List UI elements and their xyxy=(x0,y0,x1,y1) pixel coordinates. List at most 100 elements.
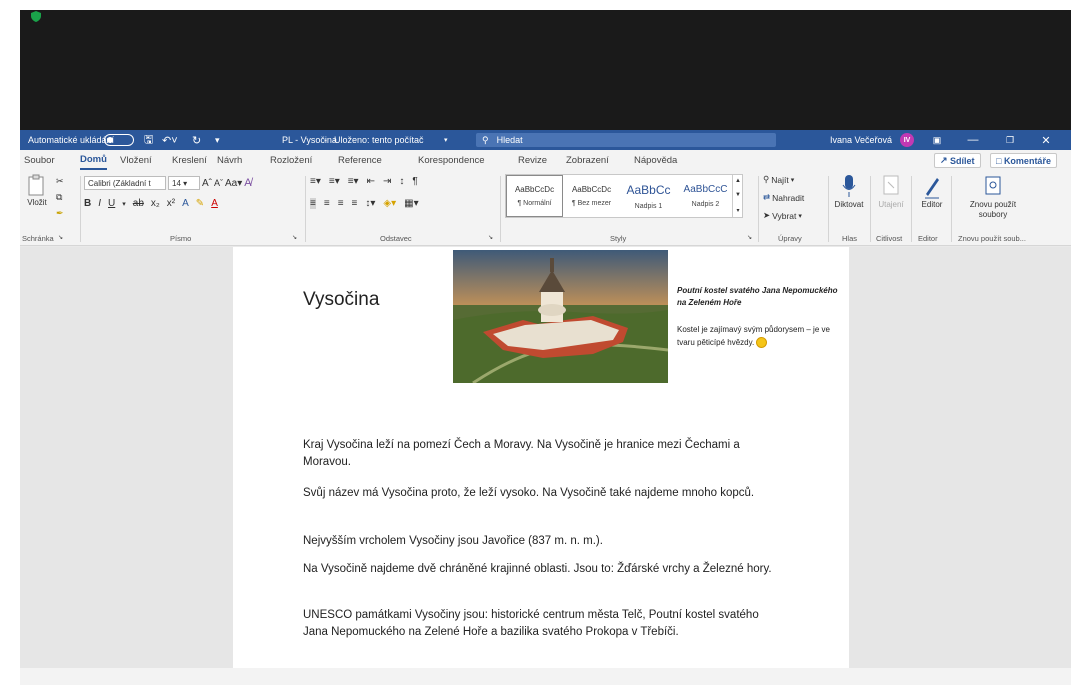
autosave-toggle[interactable] xyxy=(104,130,134,150)
justify-icon[interactable]: ≡ xyxy=(352,198,358,209)
minimize-button[interactable]: — xyxy=(958,130,988,150)
sort-icon[interactable]: ↕ xyxy=(399,176,404,187)
word-window: Automatické ukládání 🖫 ↶˅ ↻ ▾ PL - Vysoč… xyxy=(20,130,1071,685)
text-effects-icon[interactable]: A xyxy=(182,198,189,209)
more-styles-icon[interactable]: ▾ xyxy=(736,207,739,214)
autosave-label: Automatické ukládání xyxy=(28,135,115,145)
save-status-chevron-icon[interactable]: ▾ xyxy=(444,130,448,150)
clipboard-launcher-icon[interactable]: ↘ xyxy=(58,234,63,241)
document-heading: Vysočina xyxy=(303,289,380,310)
status-bar xyxy=(20,668,1071,685)
sensitivity-button[interactable]: Utajení xyxy=(874,174,908,209)
style-heading-2[interactable]: AaBbCcC Nadpis 2 xyxy=(677,175,734,217)
select-button[interactable]: ➤ Vybrat ▾ xyxy=(763,210,802,221)
tab-mailings[interactable]: Korespondence xyxy=(418,150,485,170)
clear-formatting-icon[interactable]: A̸ xyxy=(244,177,251,189)
format-painter-icon[interactable]: ✒ xyxy=(56,208,64,219)
editing-group-label: Úpravy xyxy=(778,234,802,243)
chevron-up-icon[interactable]: ▲ xyxy=(735,178,741,184)
underline-icon[interactable]: U xyxy=(108,198,115,209)
paragraph-row-2: ≡ ≡ ≡ ≡ ↕▾ ◈▾ ▦▾ xyxy=(310,198,419,209)
user-name[interactable]: Ivana Večeřová xyxy=(830,130,892,150)
highlight-icon[interactable]: ✎ xyxy=(196,198,204,209)
multilevel-list-icon[interactable]: ≡▾ xyxy=(348,176,359,187)
style-no-spacing[interactable]: AaBbCcDc ¶ Bez mezer xyxy=(563,175,620,217)
align-right-icon[interactable]: ≡ xyxy=(338,198,344,209)
style-heading-1[interactable]: AaBbCc Nadpis 1 xyxy=(620,175,677,217)
styles-launcher-icon[interactable]: ↘ xyxy=(747,234,752,241)
tab-layout[interactable]: Rozložení xyxy=(270,150,312,170)
paragraph-launcher-icon[interactable]: ↘ xyxy=(488,234,493,241)
comment-icon: □ xyxy=(996,155,1004,166)
find-button[interactable]: ⚲ Najít ▾ xyxy=(763,174,794,185)
align-center-icon[interactable]: ≡ xyxy=(324,198,330,209)
shrink-font-icon[interactable]: Aˇ xyxy=(214,178,223,188)
shading-icon[interactable]: ◈▾ xyxy=(383,198,396,209)
share-button[interactable]: ↗ Sdílet xyxy=(934,153,981,168)
italic-icon[interactable]: I xyxy=(98,198,101,209)
title-separator: - xyxy=(324,135,327,145)
tab-references[interactable]: Reference xyxy=(338,150,382,170)
tab-file[interactable]: Soubor xyxy=(24,150,55,170)
document-page[interactable]: Vysočina Poutní kostel svatého Jana Nepo… xyxy=(233,247,849,668)
document-canvas: Vysočina Poutní kostel svatého Jana Nepo… xyxy=(20,247,1071,668)
subscript-icon[interactable]: x₂ xyxy=(151,198,160,209)
share-icon: ↗ xyxy=(940,155,951,165)
paste-button[interactable]: Vložit xyxy=(24,174,50,207)
tab-help[interactable]: Nápověda xyxy=(634,150,677,170)
bullets-icon[interactable]: ≡▾ xyxy=(310,176,321,187)
tab-draw[interactable]: Kreslení xyxy=(172,150,207,170)
ribbon-display-icon[interactable]: ▣ xyxy=(922,130,952,150)
reuse-files-button[interactable]: Znovu použít soubory xyxy=(958,174,1028,220)
cut-icon[interactable]: ✂ xyxy=(56,176,64,187)
font-size-dropdown[interactable]: 14 ▾ xyxy=(168,176,200,190)
screen: Automatické ukládání 🖫 ↶˅ ↻ ▾ PL - Vysoč… xyxy=(0,0,1071,685)
grow-font-icon[interactable]: Aˆ xyxy=(202,178,212,189)
group-divider xyxy=(305,176,306,242)
clipboard-icon xyxy=(28,174,44,196)
search-icon: ⚲ xyxy=(763,174,770,184)
customize-toolbar-icon[interactable]: ▾ xyxy=(215,130,220,150)
superscript-icon[interactable]: x² xyxy=(167,198,175,209)
tab-view[interactable]: Zobrazení xyxy=(566,150,609,170)
save-status[interactable]: Uloženo: tento počítač xyxy=(334,130,424,150)
align-left-icon[interactable]: ≡ xyxy=(310,198,316,209)
restore-button[interactable]: ❐ xyxy=(995,130,1025,150)
underline-chevron-icon[interactable]: ▾ xyxy=(122,200,126,208)
font-color-icon[interactable]: A xyxy=(211,198,218,209)
change-case-icon[interactable]: Aa▾ xyxy=(225,178,242,189)
smiley-icon xyxy=(756,337,768,349)
copy-icon[interactable]: ⧉ xyxy=(56,192,62,203)
numbering-icon[interactable]: ≡▾ xyxy=(329,176,340,187)
comments-button[interactable]: □ Komentáře xyxy=(990,153,1057,168)
style-normal[interactable]: AaBbCcDc ¶ Normální xyxy=(506,175,563,217)
font-group-label: Písmo xyxy=(170,234,192,243)
increase-indent-icon[interactable]: ⇥ xyxy=(383,176,391,187)
search-box[interactable]: ⚲ Hledat xyxy=(476,133,776,147)
strikethrough-icon[interactable]: ab xyxy=(133,198,144,209)
tab-home[interactable]: Domů xyxy=(80,150,107,170)
chevron-down-icon[interactable]: ▼ xyxy=(735,192,741,198)
editor-button[interactable]: Editor xyxy=(915,174,949,209)
tab-design[interactable]: Návrh xyxy=(217,150,242,170)
save-icon[interactable]: 🖫 xyxy=(144,130,153,150)
font-name-dropdown[interactable]: Calibri (Základní t xyxy=(84,176,166,190)
bold-icon[interactable]: B xyxy=(84,198,91,209)
dictate-button[interactable]: Diktovat xyxy=(832,174,866,209)
close-button[interactable]: ✕ xyxy=(1031,130,1061,150)
group-divider xyxy=(828,176,829,242)
styles-scroll[interactable]: ▲ ▼ ▾ xyxy=(732,175,743,217)
tab-review[interactable]: Revize xyxy=(518,150,547,170)
undo-icon[interactable]: ↶˅ xyxy=(162,130,178,150)
style-sample: AaBbCcC xyxy=(683,184,728,195)
redo-icon[interactable]: ↻ xyxy=(192,130,201,150)
decrease-indent-icon[interactable]: ⇤ xyxy=(367,176,375,187)
tab-insert[interactable]: Vložení xyxy=(120,150,152,170)
replace-button[interactable]: ⇄ Nahradit xyxy=(763,192,804,203)
line-spacing-icon[interactable]: ↕▾ xyxy=(365,198,375,209)
photo-caption-text: Kostel je zajímavý svým půdorysem – je v… xyxy=(677,325,830,347)
user-avatar[interactable]: IV xyxy=(900,130,914,150)
borders-icon[interactable]: ▦▾ xyxy=(404,198,418,209)
pilcrow-icon[interactable]: ¶ xyxy=(412,176,417,187)
font-launcher-icon[interactable]: ↘ xyxy=(292,234,297,241)
